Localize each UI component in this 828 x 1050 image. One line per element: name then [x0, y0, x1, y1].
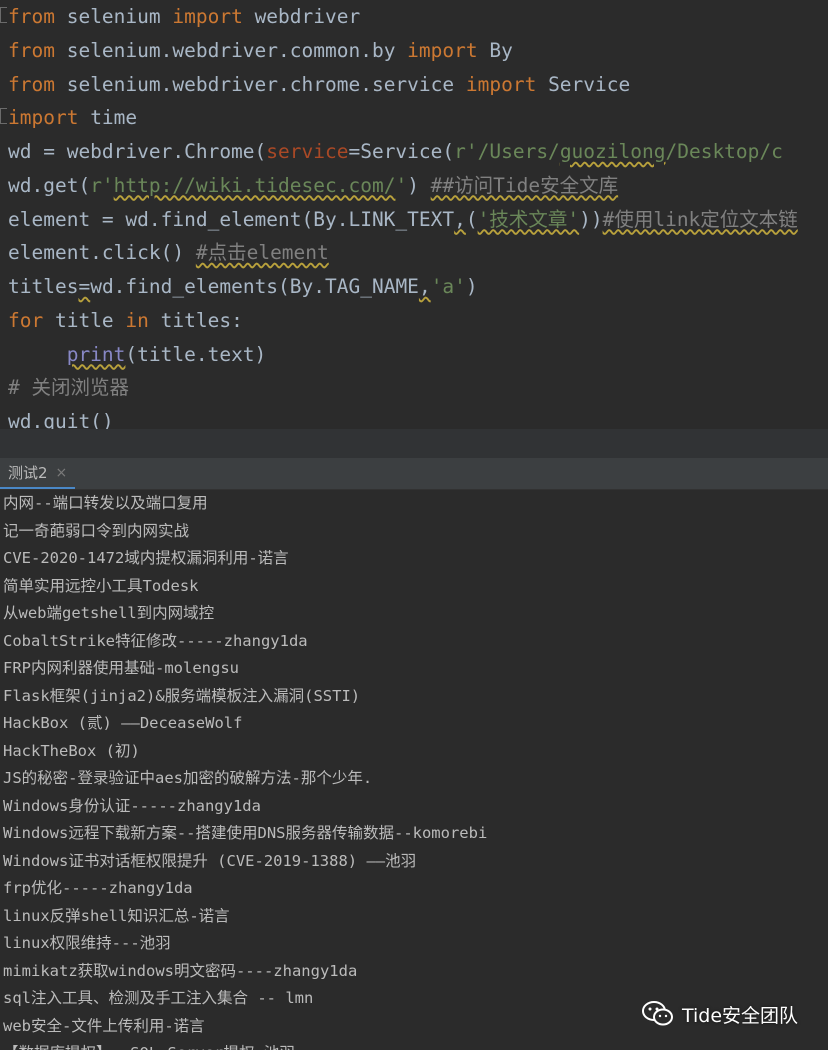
code-token: import — [8, 106, 79, 130]
code-line[interactable]: print(title.text) — [0, 338, 828, 372]
code-token: title — [43, 308, 126, 332]
code-token: ) — [407, 173, 431, 197]
code-token: ' — [395, 173, 408, 197]
code-token: selenium.webdriver.chrome.service — [54, 72, 466, 96]
console-output-line: CVE-2020-1472域内提权漏洞利用-诺言 — [3, 549, 289, 567]
tab-run-config[interactable]: 测试2 × — [0, 458, 76, 489]
console-output-line: FRP内网利器使用基础-molengsu — [3, 659, 239, 677]
console-output-line: Windows证书对话框权限提升 (CVE-2019-1388) ——池羽 — [3, 851, 417, 870]
code-token: r'/Users/ — [454, 140, 560, 163]
console-output-line: 【数据库提权】- SQL Server提权-池羽 — [0, 1040, 828, 1050]
code-token: , — [454, 207, 466, 231]
code-line[interactable]: for title in titles: — [0, 304, 828, 338]
code-token: wd.get( — [8, 173, 91, 197]
console-output-line: Windows身份认证-----zhangy1da — [3, 796, 261, 815]
code-token: ( — [465, 207, 478, 231]
console-lines: 内网--端口转发以及端口复用 记一奇葩弱口令到内网实战 CVE-2020-1472域… — [0, 490, 828, 1050]
code-token: http://wiki.tidesec.com/ — [113, 173, 396, 197]
code-line[interactable]: from selenium import webdriver — [0, 0, 828, 34]
code-token: time — [78, 106, 138, 130]
code-token: in — [125, 308, 149, 332]
code-token: r' — [90, 173, 114, 197]
code-token: 'a' — [430, 275, 466, 298]
run-console-output[interactable]: 内网--端口转发以及端口复用 记一奇葩弱口令到内网实战 CVE-2020-1472域… — [0, 490, 828, 1050]
console-output-line: mimikatz获取windows明文密码----zhangy1da — [3, 961, 358, 980]
code-token: titles: — [148, 308, 243, 332]
code-token: , — [418, 275, 431, 298]
code-token: /Desktop/c — [665, 140, 783, 163]
console-output-line: JS的秘密-登录验证中aes加密的破解方法-那个少年. — [3, 769, 373, 787]
code-token: wd = webdriver.Chrome( — [8, 140, 267, 163]
console-output-line: Windows远程下载新方案--搭建使用DNS服务器传输数据--komorebi — [3, 824, 488, 842]
console-output-line: HackBox (贰) ——DeceaseWolf — [3, 714, 243, 732]
code-token: '技术文章' — [477, 207, 580, 231]
code-token: import — [407, 38, 478, 62]
console-output-line: frp优化-----zhangy1da — [3, 879, 193, 897]
code-token: #点击element — [195, 241, 329, 265]
run-tool-window-tabs: 测试2 × — [0, 458, 828, 490]
code-token: element.click() — [8, 241, 196, 265]
code-token: service — [266, 140, 349, 163]
console-output-line: 内网--端口转发以及端口复用 — [3, 494, 208, 512]
code-line[interactable]: from selenium.webdriver.common.by import… — [0, 34, 828, 68]
code-token: import — [172, 5, 243, 28]
code-token: ) — [465, 275, 478, 298]
fold-marker[interactable] — [0, 7, 7, 23]
code-token: (title.text) — [125, 342, 267, 366]
code-token: = — [78, 275, 91, 298]
close-icon[interactable]: × — [56, 465, 68, 481]
tab-label: 测试2 — [8, 464, 48, 482]
code-token: guozilong — [559, 140, 666, 163]
code-token: By — [477, 38, 513, 62]
wechat-icon — [642, 1001, 673, 1026]
code-line[interactable]: wd = webdriver.Chrome(service=Service(r'… — [0, 135, 828, 169]
code-editor[interactable]: from selenium import webdriver from selen… — [0, 0, 828, 429]
code-line[interactable]: # 关闭浏览器 — [0, 371, 828, 405]
code-token: for — [8, 308, 44, 332]
console-output-line: CobaltStrike特征修改-----zhangy1da — [3, 631, 308, 650]
code-token: selenium — [54, 5, 173, 28]
code-line[interactable]: element.click() #点击element — [0, 236, 828, 270]
console-output-line: 简单实用远控小工具Todesk — [3, 576, 199, 595]
code-token: wd.find_elements(By.TAG_NAME — [90, 275, 419, 298]
code-token: )) — [579, 207, 603, 231]
code-token: from — [8, 38, 55, 62]
code-line[interactable]: element = wd.find_element(By.LINK_TEXT,(… — [0, 203, 828, 237]
console-output-line: linux权限维持---池羽 — [3, 934, 171, 952]
code-line[interactable]: wd.get(r'http://wiki.tidesec.com/') ##访问… — [0, 169, 828, 203]
code-token: print — [66, 342, 126, 366]
console-output-line: 记一奇葩弱口令到内网实战 — [3, 521, 190, 540]
console-output-line: HackTheBox (初) — [3, 741, 140, 760]
console-output-line: linux反弹shell知识汇总-诺言 — [3, 906, 230, 925]
code-token: wd.quit() — [8, 410, 114, 429]
code-token: # 关闭浏览器 — [8, 376, 129, 400]
fold-marker[interactable] — [0, 108, 7, 124]
code-token: selenium.webdriver.common.by — [54, 38, 408, 62]
code-token: #使用link定位文本链 — [602, 207, 798, 231]
code-token: from — [8, 72, 55, 96]
code-token: =Service( — [348, 140, 455, 163]
watermark-text: Tide安全团队 — [682, 1004, 799, 1027]
wechat-watermark: Tide安全团队 — [642, 998, 798, 1030]
code-line[interactable]: import time — [0, 101, 828, 135]
code-token: ##访问Tide安全文库 — [430, 173, 619, 197]
code-line[interactable]: titles=wd.find_elements(By.TAG_NAME,'a') — [0, 270, 828, 304]
code-token: from — [8, 5, 55, 28]
code-token: import — [465, 72, 537, 96]
console-output-line: Flask框架(jinja2)&服务端模板注入漏洞(SSTI) — [3, 686, 361, 705]
code-token: Service — [536, 72, 631, 96]
code-token: element = wd.find_element(By.LINK_TEXT — [8, 207, 455, 231]
code-token: webdriver — [242, 5, 361, 28]
code-token: titles — [8, 275, 79, 298]
code-lines: from selenium import webdriver from selen… — [0, 0, 828, 429]
editor-panel-divider[interactable] — [0, 429, 828, 458]
code-line[interactable]: from selenium.webdriver.chrome.service i… — [0, 68, 828, 102]
console-output-line: 从web端getshell到内网域控 — [3, 604, 215, 622]
code-line[interactable]: wd.quit() — [0, 405, 828, 429]
